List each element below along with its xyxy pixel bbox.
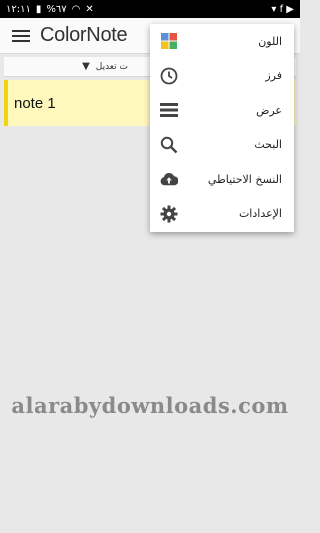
wifi-icon: ◠ bbox=[71, 3, 81, 15]
app-logo: ColorNote bbox=[40, 24, 128, 47]
note-title: note 1 bbox=[14, 94, 56, 112]
cloud-upload-icon bbox=[160, 170, 178, 188]
status-left: ١٢:١١ ▮ %٦٧ ◠ ✕ bbox=[6, 4, 94, 15]
menu-label-search: البحث bbox=[254, 138, 282, 152]
status-time: ١٢:١١ bbox=[6, 3, 31, 15]
menu-item-color[interactable]: اللون bbox=[150, 24, 294, 59]
menu-label-view: عرض bbox=[256, 103, 282, 117]
menu-hamburger-icon[interactable] bbox=[12, 29, 30, 43]
menu-item-search[interactable]: البحث bbox=[150, 128, 294, 163]
menu-label-color: اللون bbox=[258, 34, 282, 48]
overflow-menu: اللون فرز عرض البحث النسخ الاحتياطي الإع… bbox=[150, 24, 294, 232]
menu-label-settings: الإعدادات bbox=[238, 207, 282, 221]
sort-label: ت تعديل bbox=[95, 61, 128, 72]
logo-color-text: Color bbox=[40, 24, 87, 46]
list-view-icon bbox=[160, 101, 178, 119]
menu-label-sort: فرز bbox=[265, 69, 282, 83]
menu-label-backup: النسخ الاحتياطي bbox=[207, 172, 282, 186]
status-right: ▾ f ▶ bbox=[271, 4, 294, 15]
menu-item-sort[interactable]: فرز bbox=[150, 59, 294, 94]
notification-icons: ▾ f ▶ bbox=[271, 3, 294, 15]
menu-item-view[interactable]: عرض bbox=[150, 93, 294, 128]
menu-item-backup[interactable]: النسخ الاحتياطي bbox=[150, 162, 294, 197]
battery-icon: ▮ bbox=[35, 3, 42, 15]
mute-icon: ✕ bbox=[85, 3, 94, 15]
watermark-text: alarabydownloads.com bbox=[11, 393, 289, 418]
sort-arrow-icon: ▼ bbox=[82, 61, 90, 72]
gear-icon bbox=[160, 205, 178, 223]
battery-percent: %٦٧ bbox=[46, 3, 67, 15]
status-bar: ١٢:١١ ▮ %٦٧ ◠ ✕ ▾ f ▶ bbox=[0, 0, 300, 18]
menu-item-settings[interactable]: الإعدادات bbox=[150, 197, 294, 232]
search-icon bbox=[160, 136, 178, 154]
clock-icon bbox=[160, 67, 178, 85]
color-grid-icon bbox=[160, 32, 178, 50]
logo-note-text: Note bbox=[86, 24, 128, 46]
